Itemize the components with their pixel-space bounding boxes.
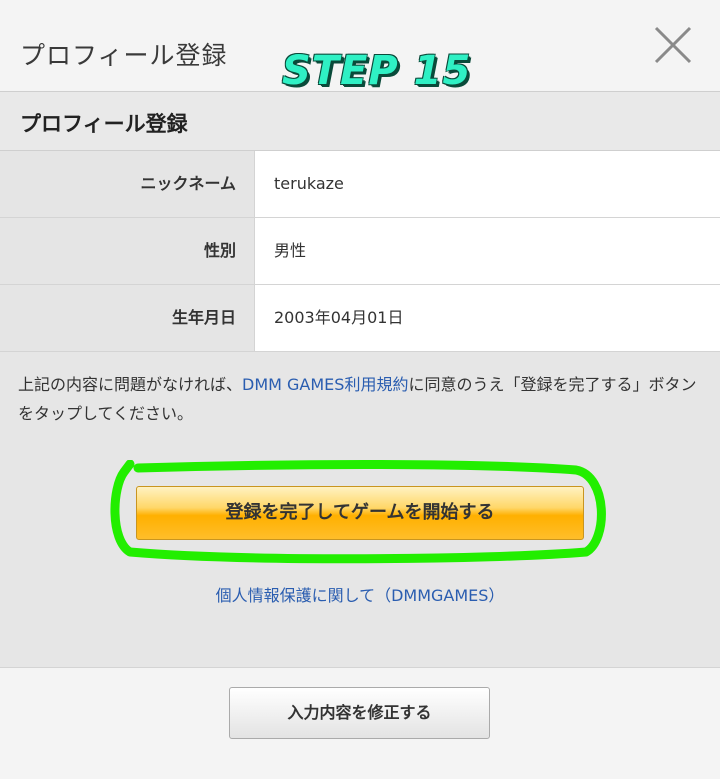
step-annotation: STEP 15 [282,48,472,94]
complete-registration-button[interactable]: 登録を完了してゲームを開始する [136,486,584,540]
dialog-footer: 入力内容を修正する [0,667,720,779]
profile-row-nickname: ニックネーム terukaze [0,151,720,218]
gender-label: 性別 [0,218,255,284]
profile-table: ニックネーム terukaze 性別 男性 生年月日 2003年04月01日 [0,151,720,352]
profile-row-gender: 性別 男性 [0,218,720,285]
gender-value: 男性 [255,218,720,284]
section-title: プロフィール登録 [20,112,188,136]
dialog-header: プロフィール登録 STEP 15 [0,0,720,94]
close-icon[interactable] [652,24,694,66]
section-header: プロフィール登録 [0,92,720,151]
nickname-value: terukaze [255,151,720,217]
privacy-link[interactable]: 個人情報保護に関して（DMMGAMES） [0,582,720,606]
notice-text-before: 上記の内容に問題がなければ、 [18,375,243,394]
dialog-title: プロフィール登録 [20,41,228,70]
terms-link[interactable]: DMM GAMES利用規約 [242,375,408,394]
birthdate-value: 2003年04月01日 [255,285,720,351]
confirmation-notice: 上記の内容に問題がなければ、DMM GAMES利用規約に同意のうえ「登録を完了す… [18,370,708,428]
birthdate-label: 生年月日 [0,285,255,351]
profile-row-birthdate: 生年月日 2003年04月01日 [0,285,720,352]
nickname-label: ニックネーム [0,151,255,217]
edit-input-button[interactable]: 入力内容を修正する [229,687,490,739]
